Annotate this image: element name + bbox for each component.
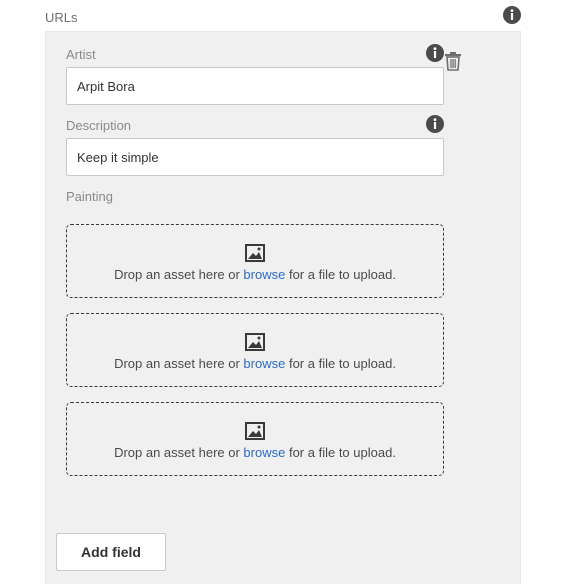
description-label: Description [66,118,132,133]
dropzone-text: Drop an asset here or browse for a file … [114,267,396,282]
artist-label: Artist [66,47,96,62]
browse-link[interactable]: browse [243,356,285,371]
image-icon [245,333,265,351]
multifield-panel [45,31,521,584]
image-icon [245,422,265,440]
description-input[interactable] [66,138,444,176]
asset-dropzone[interactable]: Drop an asset here or browse for a file … [66,402,444,476]
artist-input[interactable] [66,67,444,105]
description-info-icon[interactable] [426,115,444,133]
browse-link[interactable]: browse [243,445,285,460]
section-label: URLs [45,10,78,25]
dropzone-text: Drop an asset here or browse for a file … [114,445,396,460]
artist-info-icon[interactable] [426,44,444,62]
painting-label: Painting [66,189,113,204]
asset-dropzone[interactable]: Drop an asset here or browse for a file … [66,313,444,387]
info-icon[interactable] [503,6,521,24]
image-icon [245,244,265,262]
browse-link[interactable]: browse [243,267,285,282]
asset-dropzone[interactable]: Drop an asset here or browse for a file … [66,224,444,298]
trash-icon[interactable] [444,51,462,71]
dropzone-text: Drop an asset here or browse for a file … [114,356,396,371]
add-field-button[interactable]: Add field [56,533,166,571]
